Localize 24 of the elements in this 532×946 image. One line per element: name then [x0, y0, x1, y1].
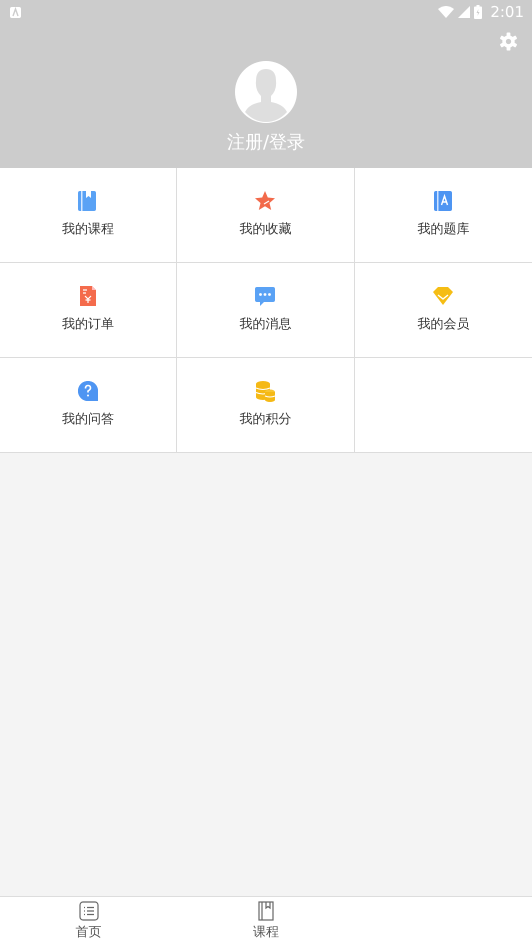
- chat-icon: [254, 285, 276, 308]
- menu-item[interactable]: 我的积分: [177, 358, 355, 453]
- menu-item[interactable]: 我的题库: [354, 168, 532, 263]
- star-icon: [254, 190, 276, 212]
- signal-icon: [458, 6, 470, 18]
- nav-tab[interactable]: 课程: [177, 897, 355, 946]
- gem-icon: [432, 285, 454, 308]
- avatar-icon[interactable]: [235, 61, 297, 123]
- menu-item[interactable]: 我的问答: [0, 358, 178, 453]
- letter-book-icon: [432, 190, 454, 212]
- list-icon: [78, 900, 99, 921]
- menu-item[interactable]: 我的订单: [0, 263, 178, 358]
- menu-item[interactable]: 我的会员: [354, 263, 532, 358]
- book-icon: [256, 900, 276, 921]
- wifi-icon: [438, 6, 454, 18]
- menu-item[interactable]: 我的消息: [177, 263, 355, 358]
- battery-icon: [474, 5, 482, 19]
- question-icon: [77, 380, 100, 402]
- nav-tab[interactable]: 首页: [0, 897, 178, 946]
- menu-item[interactable]: 我的课程: [0, 168, 178, 263]
- menu-item[interactable]: 我的收藏: [177, 168, 355, 263]
- coins-icon: [254, 380, 276, 402]
- notification-icon: [10, 6, 21, 18]
- settings-icon[interactable]: [499, 32, 518, 51]
